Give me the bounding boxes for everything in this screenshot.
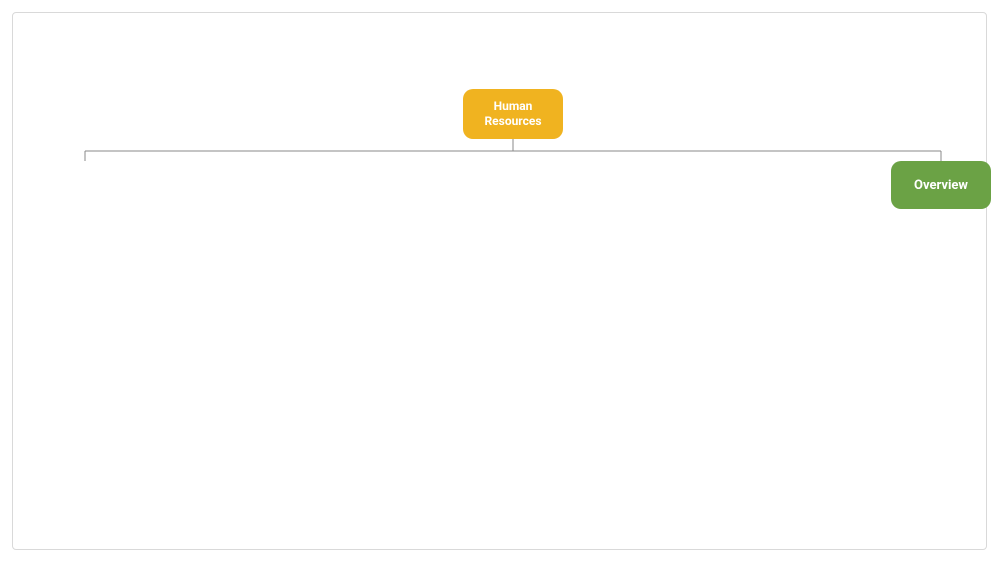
root-node-human-resources[interactable]: Human Resources <box>463 89 563 139</box>
child-node-label: Overview <box>914 178 968 193</box>
diagram-canvas: Human Resources Overview <box>12 12 987 550</box>
root-node-label: Human Resources <box>471 99 555 129</box>
child-node-overview[interactable]: Overview <box>891 161 991 209</box>
